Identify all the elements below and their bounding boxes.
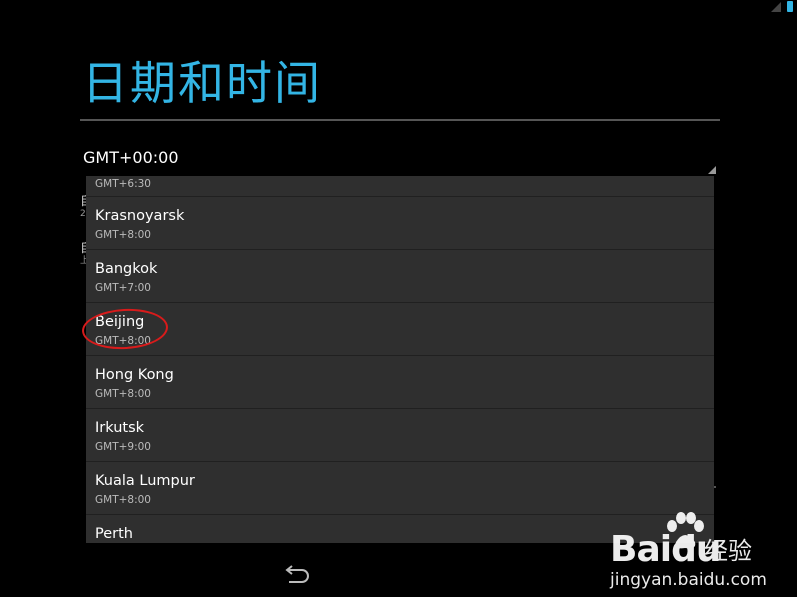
- list-item-hong-kong[interactable]: Hong Kong GMT+8:00: [86, 356, 714, 409]
- list-item-krasnoyarsk[interactable]: Krasnoyarsk GMT+8:00: [86, 197, 714, 250]
- timezone-offset: GMT+8:00: [95, 494, 151, 506]
- timezone-offset: GMT+7:00: [95, 282, 151, 294]
- timezone-offset: GMT+6:30: [95, 178, 151, 190]
- timezone-offset: GMT+9:00: [95, 441, 151, 453]
- battery-icon: [787, 1, 793, 12]
- page-title: 日期和时间: [82, 56, 322, 110]
- back-arrow-icon: [285, 565, 309, 583]
- timezone-offset: GMT+8:00: [95, 335, 151, 347]
- timezone-offset: GMT+8:00: [95, 388, 151, 400]
- timezone-spinner-value: GMT+00:00: [83, 148, 179, 167]
- timezone-city: Beijing: [95, 314, 145, 330]
- signal-icon: [771, 2, 781, 12]
- list-item-kuala-lumpur[interactable]: Kuala Lumpur GMT+8:00: [86, 462, 714, 515]
- back-button[interactable]: [280, 562, 314, 586]
- timezone-city: Irkutsk: [95, 420, 145, 436]
- timezone-city: Bangkok: [95, 261, 158, 277]
- timezone-city: Perth: [95, 526, 133, 542]
- watermark-jingyan: 经验: [704, 537, 752, 565]
- timezone-spinner[interactable]: GMT+00:00: [80, 142, 718, 176]
- title-divider: [80, 119, 720, 121]
- list-item-irkutsk[interactable]: Irkutsk GMT+9:00: [86, 409, 714, 462]
- list-item-beijing[interactable]: Beijing GMT+8:00: [86, 303, 714, 356]
- spinner-corner-icon: [708, 166, 716, 174]
- baidu-jingyan-watermark: Baidu 经验 jingyan.baidu.com: [610, 512, 790, 594]
- status-bar: [737, 0, 797, 14]
- watermark-url: jingyan.baidu.com: [610, 570, 767, 590]
- timezone-dropdown-list[interactable]: GMT+6:30 Krasnoyarsk GMT+8:00 Bangkok GM…: [86, 176, 714, 543]
- timezone-city: Krasnoyarsk: [95, 208, 185, 224]
- timezone-city: Hong Kong: [95, 367, 174, 383]
- timezone-city: Kuala Lumpur: [95, 473, 195, 489]
- list-item-bangkok[interactable]: Bangkok GMT+7:00: [86, 250, 714, 303]
- timezone-offset: GMT+8:00: [95, 229, 151, 241]
- list-item-partial[interactable]: GMT+6:30: [86, 176, 714, 197]
